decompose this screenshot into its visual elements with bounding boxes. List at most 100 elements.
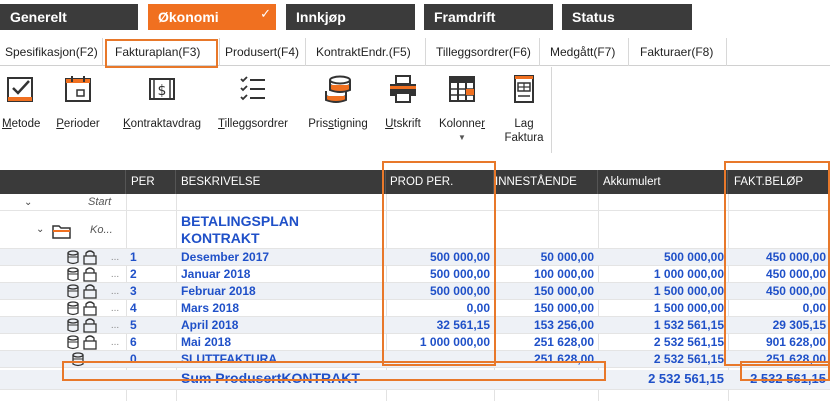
- row-menu-dots[interactable]: ...: [106, 370, 124, 389]
- table-row[interactable]: ... 0 SLUTTFAKTURA 251 628,00 2 532 561,15 25…: [0, 351, 830, 368]
- row-prod-per: 500 000,00: [429, 267, 490, 281]
- folder-icon: [52, 225, 71, 239]
- coin-lock-icon: [66, 300, 100, 316]
- subtab-produsert[interactable]: Produsert(F4): [220, 38, 306, 66]
- perioder-button[interactable]: Perioder: [46, 67, 110, 153]
- row-akkumulert: 1 500 000,00: [653, 284, 724, 298]
- svg-text:$: $: [158, 83, 167, 99]
- table-row[interactable]: ... 1 Desember 2017 500 000,00 50 000,00 500 …: [0, 249, 830, 266]
- table-row[interactable]: ... 3 Februar 2018 500 000,00 150 000,00 1 50…: [0, 283, 830, 300]
- grid-header: PER BESKRIVELSE PROD PER. INNESTÅENDE Ak…: [0, 170, 830, 194]
- subtab-fakturaer[interactable]: Fakturaer(F8): [629, 38, 727, 66]
- row-innestaende: 251 628,00: [533, 335, 594, 349]
- row-fakt-belop: 450 000,00: [765, 284, 826, 298]
- main-tab-bar: Generelt Økonomi ✓ Innkjøp Framdrift Stat…: [0, 0, 830, 38]
- coin-lock-icon: [66, 283, 100, 299]
- tab-framdrift[interactable]: Framdrift: [424, 4, 553, 30]
- row-per: 3: [130, 284, 137, 298]
- row-fakt-belop: 0,00: [802, 301, 826, 315]
- subtab-spesifikasjon[interactable]: Spesifikasjon(F2): [0, 38, 103, 66]
- kolonner-button[interactable]: Kolonner ▼: [432, 67, 492, 153]
- row-menu-dots[interactable]: ...: [106, 249, 124, 265]
- subtab-label: KontraktEndr.(F5): [316, 45, 411, 59]
- sum-fakt-belop: 2 532 561,15: [750, 371, 826, 386]
- prisstigning-button[interactable]: Prisstigning: [302, 67, 374, 153]
- header-per[interactable]: PER: [126, 170, 176, 194]
- row-menu-dots[interactable]: ...: [106, 317, 124, 333]
- toolbar: Metode Perioder $ Kontraktavdrag Tillegg…: [0, 67, 552, 153]
- lag-faktura-label: Lag Faktura: [504, 118, 544, 144]
- row-akkumulert: 1 500 000,00: [653, 301, 724, 315]
- checklist-icon: [240, 76, 265, 101]
- header-akkumulert[interactable]: Akkumulert: [598, 170, 728, 194]
- sum-row[interactable]: ... Sum ProdusertKONTRAKT 2 532 561,15 2 53…: [0, 370, 830, 390]
- tab-generelt[interactable]: Generelt: [0, 4, 138, 30]
- tab-label: Framdrift: [434, 9, 496, 25]
- row-menu-dots[interactable]: ...: [106, 283, 124, 299]
- table-row[interactable]: ... 2 Januar 2018 500 000,00 100 000,00 1 000…: [0, 266, 830, 283]
- subtab-label: Fakturaer(F8): [640, 45, 714, 59]
- row-menu-dots[interactable]: ...: [106, 300, 124, 316]
- tilleggsordrer-button[interactable]: Tilleggsordrer: [210, 67, 296, 153]
- row-beskrivelse: Mars 2018: [181, 301, 240, 315]
- row-beskrivelse: Januar 2018: [181, 267, 251, 281]
- header-innestaende[interactable]: INNESTÅENDE: [494, 170, 598, 194]
- row-akkumulert: 500 000,00: [663, 250, 724, 264]
- row-per: 4: [130, 301, 137, 315]
- row-beskrivelse: April 2018: [181, 318, 239, 332]
- row-akkumulert: 1 532 561,15: [653, 318, 724, 332]
- tab-okonomi[interactable]: Økonomi ✓: [148, 4, 276, 30]
- table-row[interactable]: ... 5 April 2018 32 561,15 153 256,00 1 532 5…: [0, 317, 830, 334]
- utskrift-button[interactable]: Utskrift: [380, 67, 426, 153]
- dropdown-arrow-icon: ▼: [458, 133, 466, 142]
- row-prod-per: 500 000,00: [429, 284, 490, 298]
- tab-innkjop[interactable]: Innkjøp: [286, 4, 415, 30]
- row-menu-dots[interactable]: ...: [106, 351, 124, 367]
- row-prod-per: 1 000 000,00: [419, 335, 490, 349]
- calendar-icon: [65, 76, 91, 102]
- subtab-fakturaplan[interactable]: Fakturaplan(F3): [103, 38, 220, 66]
- chevron-down-icon[interactable]: ⌄: [36, 211, 50, 248]
- tab-label: Innkjøp: [296, 9, 346, 25]
- folder-label: Ko...: [90, 224, 113, 236]
- start-label: Start: [88, 196, 112, 208]
- check-icon: ✓: [260, 6, 271, 21]
- chevron-down-icon[interactable]: ⌄: [24, 194, 38, 210]
- coin-lock-icon: [66, 334, 100, 350]
- subtab-medgatt[interactable]: Medgått(F7): [540, 38, 629, 66]
- printer-icon: [390, 75, 416, 103]
- row-per: 1: [130, 250, 137, 264]
- tree-row-plan[interactable]: ⌄ Ko... BETALINGSPLAN KONTRAKT: [0, 211, 830, 249]
- kontraktavdrag-button[interactable]: $ Kontraktavdrag: [112, 67, 212, 153]
- table-row[interactable]: ... 4 Mars 2018 0,00 150 000,00 1 500 000,00 0…: [0, 300, 830, 317]
- coin-stack-icon: [70, 351, 86, 367]
- header-tree: [0, 170, 126, 194]
- row-prod-per: [386, 351, 494, 367]
- row-fakt-belop: 251 628,00: [765, 352, 826, 366]
- subtab-tilleggsordrer[interactable]: Tilleggsordrer(F6): [426, 38, 540, 66]
- header-prod-per[interactable]: PROD PER.: [386, 170, 494, 194]
- row-innestaende: 251 628,00: [533, 352, 594, 366]
- lag-faktura-button[interactable]: Lag Faktura: [502, 67, 546, 153]
- row-akkumulert: 1 000 000,00: [653, 267, 724, 281]
- subtab-label: Produsert(F4): [225, 45, 300, 59]
- header-beskrivelse[interactable]: BESKRIVELSE: [176, 170, 386, 194]
- row-fakt-belop: 450 000,00: [765, 250, 826, 264]
- row-menu-dots[interactable]: ...: [106, 334, 124, 350]
- table-row[interactable]: ... 6 Mai 2018 1 000 000,00 251 628,00 2 532 …: [0, 334, 830, 351]
- row-innestaende: 50 000,00: [540, 250, 594, 264]
- row-innestaende: 150 000,00: [533, 301, 594, 315]
- row-per: 5: [130, 318, 137, 332]
- subtab-kontraktendr[interactable]: KontraktEndr.(F5): [306, 38, 426, 66]
- row-beskrivelse: Mai 2018: [181, 335, 232, 349]
- row-per: 2: [130, 267, 137, 281]
- invoice-dollar-icon: $: [149, 78, 175, 100]
- row-akkumulert: 2 532 561,15: [653, 352, 724, 366]
- tab-status[interactable]: Status: [562, 4, 692, 30]
- row-menu-dots[interactable]: ...: [106, 266, 124, 282]
- tree-row-start[interactable]: ⌄ Start: [0, 194, 830, 211]
- metode-button[interactable]: Metode: [2, 67, 40, 153]
- plan-title: BETALINGSPLAN KONTRAKT: [181, 213, 299, 246]
- row-beskrivelse: Februar 2018: [181, 284, 256, 298]
- header-fakt-belop[interactable]: FAKT.BELØP: [728, 170, 830, 194]
